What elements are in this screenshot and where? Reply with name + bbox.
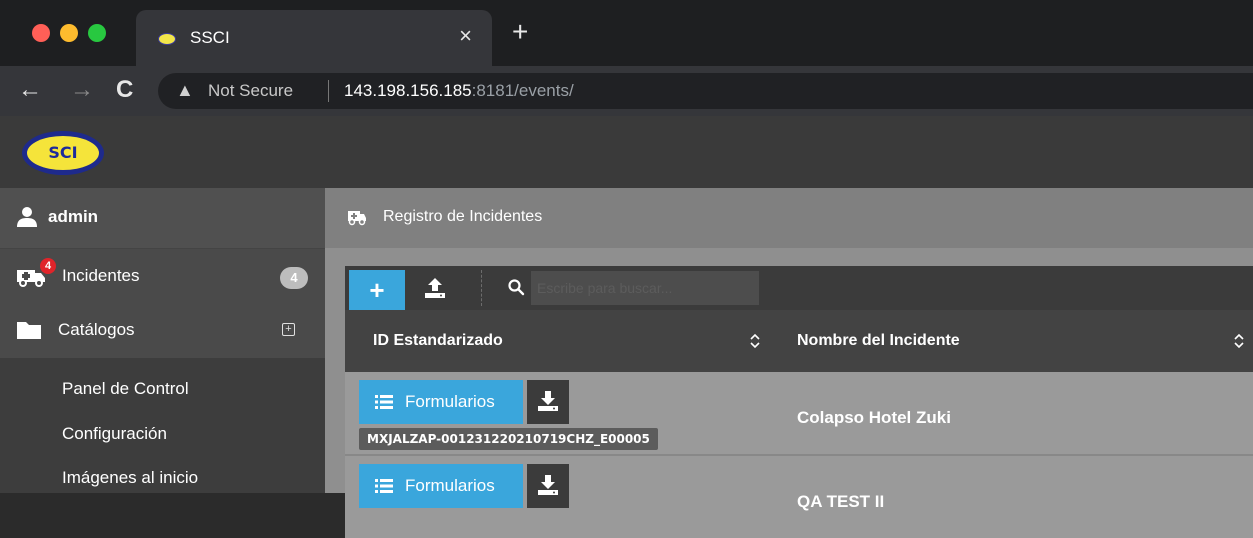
table-header: ID Estandarizado Nombre del Incidente [345, 310, 1253, 372]
submenu-item-imagenes-al-inicio[interactable]: Imágenes al inicio [62, 468, 198, 488]
main-content: Registro de Incidentes + ID Estandarizad… [325, 188, 1253, 538]
add-incident-button[interactable]: + [349, 270, 405, 310]
forward-arrow-icon[interactable]: → [70, 76, 94, 104]
page-header: Registro de Incidentes [325, 188, 1253, 248]
forms-button[interactable]: Formularios [359, 464, 523, 508]
catalog-submenu: Panel de Control Configuración Imágenes … [0, 358, 325, 493]
forms-button[interactable]: Formularios [359, 380, 523, 424]
tab-title: SSCI [190, 28, 230, 47]
tab-close-icon[interactable]: × [459, 25, 472, 47]
forms-button-label: Formularios [405, 476, 495, 495]
standard-id-badge: MXJALZAP-001231220210719CHZ_E00005 [359, 428, 658, 450]
sidebar: admin 4 Incidentes 4 Catálogos + Panel d… [0, 188, 325, 493]
incident-name: Colapso Hotel Zuki [797, 408, 951, 427]
list-icon [375, 395, 393, 409]
url-text[interactable]: 143.198.156.185:8181/events/ [344, 81, 574, 101]
user-name: admin [48, 207, 99, 226]
back-arrow-icon[interactable]: ← [18, 76, 42, 104]
page-title: Registro de Incidentes [383, 208, 543, 225]
expand-plus-icon[interactable]: + [282, 323, 295, 336]
search-icon [508, 279, 525, 296]
search-input[interactable] [531, 271, 759, 305]
browser-tab[interactable]: SSCI × [136, 10, 492, 66]
sort-icon[interactable] [749, 331, 761, 351]
window-close-button[interactable] [32, 24, 50, 42]
url-host: 143.198.156.185 [344, 81, 472, 100]
sidebar-item-catalogos[interactable]: Catálogos + [0, 304, 325, 356]
warning-icon: ▲ [176, 80, 194, 100]
url-path: :8181/events/ [471, 81, 574, 100]
incidents-panel: + ID Estandarizado Nombre del Incidente [345, 266, 1253, 538]
download-icon [538, 391, 558, 411]
submenu-item-configuracion[interactable]: Configuración [62, 424, 167, 444]
column-header-name[interactable]: Nombre del Incidente [797, 332, 960, 350]
ambulance-icon [348, 211, 366, 226]
incident-count-badge: 4 [280, 267, 308, 289]
sidebar-item-label: Incidentes [62, 266, 140, 285]
window-minimize-button[interactable] [60, 24, 78, 42]
folder-icon [17, 322, 41, 339]
app-header: SCI [0, 116, 1253, 188]
user-icon [17, 207, 37, 227]
column-header-id[interactable]: ID Estandarizado [373, 332, 503, 350]
list-icon [375, 479, 393, 493]
download-button[interactable] [527, 380, 569, 424]
new-tab-button[interactable]: + [512, 18, 528, 46]
incident-alert-badge: 4 [40, 258, 56, 274]
sidebar-item-label: Catálogos [58, 320, 135, 339]
forms-button-label: Formularios [405, 392, 495, 411]
submenu-item-panel-de-control[interactable]: Panel de Control [62, 379, 189, 399]
table-row: Formularios MXJALZAP-001231220210719CHZ_… [345, 372, 1253, 454]
user-panel: admin [0, 188, 325, 249]
sort-icon[interactable] [1233, 331, 1245, 351]
reload-icon[interactable]: C [116, 76, 133, 104]
browser-toolbar: ← → C ▲ Not Secure 143.198.156.185:8181/… [0, 66, 1253, 116]
incident-name: QA TEST II [797, 492, 885, 511]
logo-text: SCI [27, 136, 99, 170]
address-bar[interactable]: ▲ Not Secure 143.198.156.185:8181/events… [158, 73, 1253, 109]
security-label[interactable]: Not Secure [208, 81, 293, 101]
app-logo[interactable]: SCI [22, 131, 104, 175]
upload-icon[interactable] [423, 276, 447, 300]
table-toolbar: + [345, 266, 1253, 310]
sidebar-item-incidentes[interactable]: 4 Incidentes 4 [0, 250, 325, 302]
favicon-icon [158, 33, 176, 45]
download-button[interactable] [527, 464, 569, 508]
address-separator [328, 80, 329, 102]
table-row: Formularios QA TEST II [345, 456, 1253, 538]
toolbar-divider [481, 270, 482, 306]
browser-tab-bar: SSCI × + [0, 0, 1253, 66]
window-maximize-button[interactable] [88, 24, 106, 42]
